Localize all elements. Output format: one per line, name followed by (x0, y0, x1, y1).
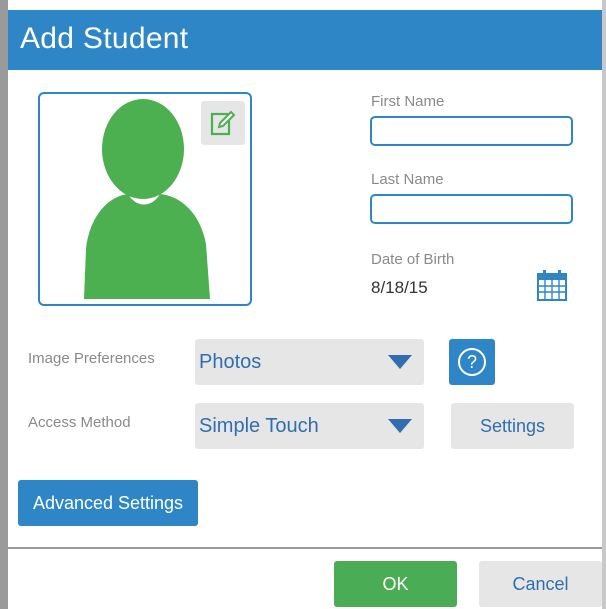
calendar-icon (537, 270, 567, 301)
ok-button[interactable]: OK (334, 561, 457, 607)
image-preferences-label: Image Preferences (28, 350, 155, 367)
triangle-down-icon (388, 355, 412, 369)
edit-icon (210, 110, 236, 136)
window-top-edge (0, 0, 606, 10)
help-button[interactable]: ? (449, 339, 495, 385)
student-photo-box[interactable] (38, 92, 252, 306)
dialog-title: Add Student (20, 22, 189, 55)
access-method-select[interactable]: Simple Touch (195, 403, 424, 449)
last-name-label: Last Name (371, 171, 444, 188)
triangle-down-icon (388, 419, 412, 433)
image-preferences-select[interactable]: Photos (195, 339, 424, 385)
first-name-input[interactable] (370, 116, 573, 146)
access-method-value: Simple Touch (199, 415, 319, 437)
dob-value[interactable]: 8/18/15 (371, 278, 428, 298)
last-name-input[interactable] (370, 194, 573, 224)
cancel-button[interactable]: Cancel (479, 561, 602, 607)
calendar-button[interactable] (537, 269, 567, 301)
first-name-label: First Name (371, 93, 445, 110)
access-method-label: Access Method (28, 414, 131, 431)
access-settings-button[interactable]: Settings (451, 403, 574, 449)
window-right-border (602, 0, 606, 609)
footer-divider (8, 547, 602, 549)
edit-photo-button[interactable] (201, 101, 245, 145)
dialog-header: Add Student (8, 10, 602, 70)
advanced-settings-button[interactable]: Advanced Settings (18, 480, 198, 526)
help-symbol: ? (467, 352, 477, 372)
image-preferences-value: Photos (199, 351, 262, 373)
help-icon: ? (458, 348, 486, 376)
dob-label: Date of Birth (371, 251, 455, 268)
window-left-border (0, 0, 8, 609)
